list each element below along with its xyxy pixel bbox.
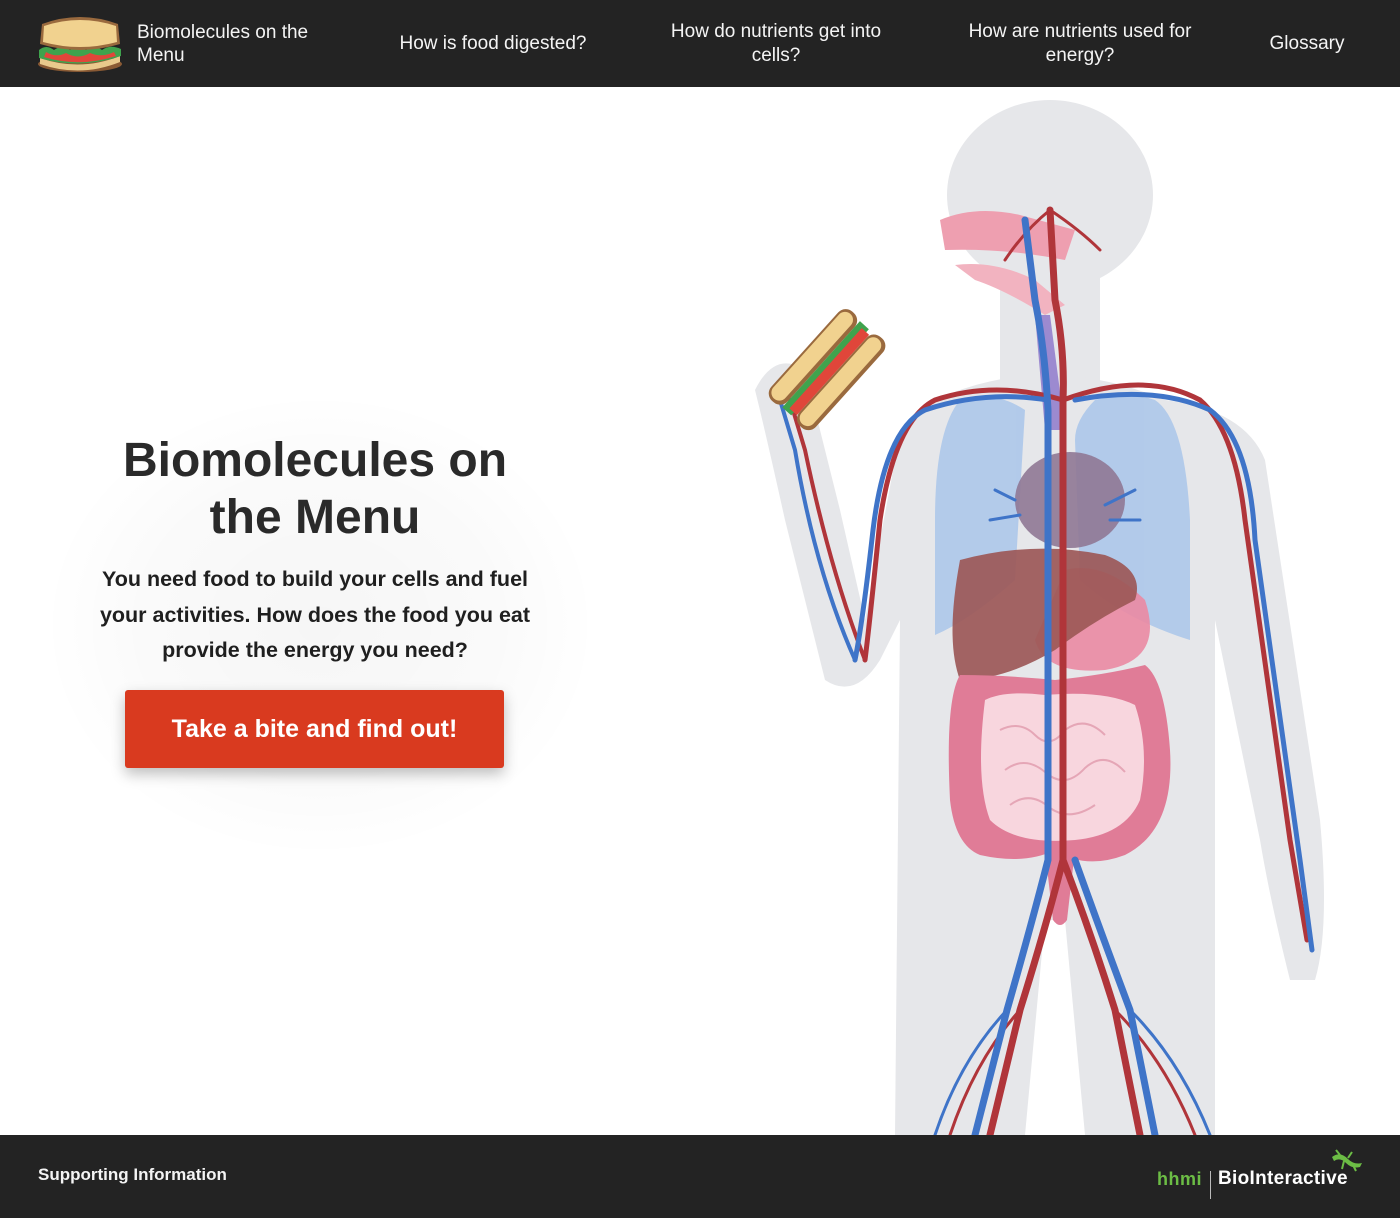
heart [1015,452,1125,548]
logo-divider [1210,1171,1211,1199]
lizard-icon [1332,1149,1362,1172]
hero-description: You need food to build your cells and fu… [99,567,531,662]
nav-link-glossary[interactable]: Glossary [1258,0,1356,87]
take-a-bite-button[interactable]: Take a bite and find out! [125,690,504,768]
brand-title: Biomolecules on the Menu [137,22,309,66]
footer: Supporting Information hhmi BioInteracti… [0,1135,1400,1218]
nav-link-nutrients-energy[interactable]: How are nutrients used for energy? [955,0,1205,87]
hero-title: Biomolecules on the Menu [122,434,508,544]
top-navigation: Biomolecules on the Menu How is food dig… [0,0,1400,87]
supporting-information-link[interactable]: Supporting Information [38,1165,227,1185]
human-body-illustration [755,100,1324,1135]
brand-home-link[interactable]: Biomolecules on the Menu [36,12,336,74]
biointeractive-logo-text: BioInteractive [1218,1168,1348,1189]
nav-link-nutrients-cells[interactable]: How do nutrients get into cells? [650,0,902,87]
nav-link-digestion[interactable]: How is food digested? [390,0,596,87]
hhmi-logo-text: hhmi [1157,1169,1202,1189]
sandwich-icon [38,17,122,72]
